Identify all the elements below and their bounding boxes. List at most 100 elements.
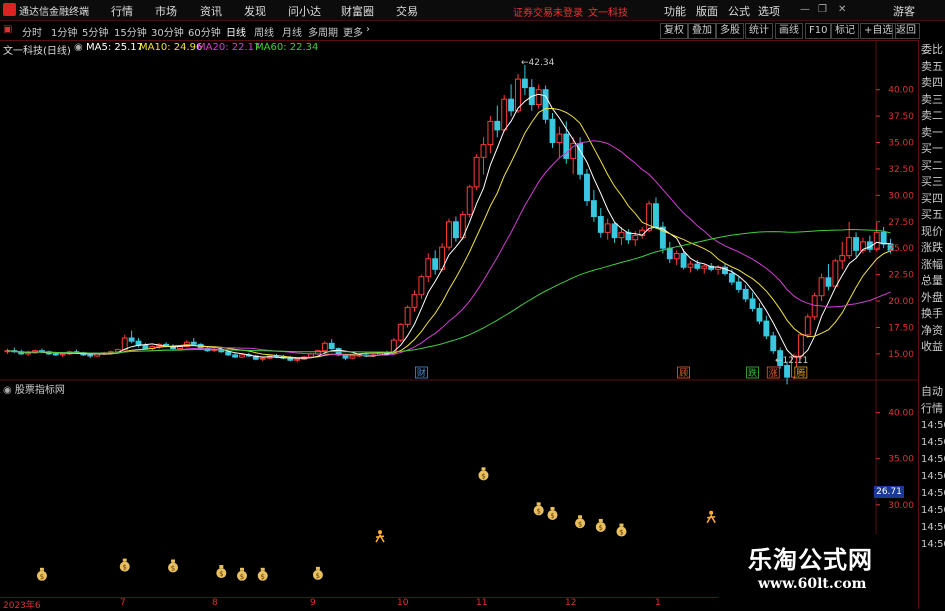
candle	[763, 315, 770, 340]
period-15min[interactable]: 15分钟	[114, 24, 147, 39]
adjust-button[interactable]: 复权	[660, 23, 688, 39]
menu-wealth[interactable]: 财富圈	[341, 3, 374, 19]
candle	[259, 357, 266, 362]
price-tick-label: 15.00	[888, 350, 914, 360]
period-1min[interactable]: 1分钟	[51, 24, 77, 39]
quote-field-label: 买一	[921, 142, 943, 155]
period-30min[interactable]: 30分钟	[151, 24, 184, 39]
menu-options[interactable]: 选项	[758, 3, 780, 19]
candle	[749, 292, 756, 312]
candlestick-series	[4, 64, 894, 385]
svg-text:腾: 腾	[796, 367, 805, 379]
menu-layout[interactable]: 版面	[696, 3, 718, 19]
svg-text:$: $	[260, 573, 264, 581]
money-bag-icon: $	[616, 523, 627, 537]
svg-text:$: $	[316, 572, 320, 580]
candle	[397, 323, 404, 343]
login-notice[interactable]: 证券交易未登录	[513, 4, 583, 19]
menu-quotes[interactable]: 行情	[111, 3, 133, 19]
period-weekly[interactable]: 周线	[254, 24, 274, 39]
event-marker: 顾	[677, 366, 690, 379]
candle	[452, 216, 459, 242]
candle	[866, 235, 873, 253]
candle	[232, 352, 239, 359]
period-intraday[interactable]: 分时	[22, 24, 42, 39]
date-tick-label: 8	[212, 598, 218, 608]
candle	[666, 241, 673, 263]
candle	[611, 221, 618, 243]
stats-button[interactable]: 统计	[745, 23, 773, 39]
quote-field-label: 卖三	[921, 92, 943, 106]
toolbar-toggle-icon[interactable]: ▣	[3, 24, 12, 35]
close-icon[interactable]: ✕	[838, 4, 846, 15]
candle	[735, 276, 742, 293]
menu-function[interactable]: 功能	[664, 3, 686, 19]
quote-field-label: 买五	[921, 208, 943, 221]
candle	[87, 353, 94, 359]
candle	[473, 154, 480, 191]
overlay-button[interactable]: 叠加	[688, 23, 716, 39]
candle	[135, 338, 142, 348]
menu-trade[interactable]: 交易	[396, 3, 418, 19]
candle	[439, 242, 446, 272]
quote-field-label: 买三	[921, 175, 943, 188]
candle	[128, 330, 135, 344]
candle	[701, 264, 708, 274]
candle	[501, 94, 508, 132]
tick-time-label: 14:50	[921, 420, 945, 431]
event-marker: 财	[415, 366, 428, 379]
quote-field-label: 买二	[921, 158, 943, 172]
candle	[880, 227, 887, 249]
quote-field-label: 净资	[921, 323, 943, 337]
period-monthly[interactable]: 月线	[282, 24, 302, 39]
period-60min[interactable]: 60分钟	[188, 24, 221, 39]
period-5min[interactable]: 5分钟	[82, 24, 108, 39]
candle	[556, 126, 563, 159]
candle	[294, 358, 301, 363]
mark-button[interactable]: 标记	[831, 23, 859, 39]
svg-text:$: $	[240, 573, 244, 581]
menu-news[interactable]: 资讯	[200, 3, 222, 19]
price-tick-label: 17.50	[888, 323, 914, 333]
quote-field-label: 卖一	[921, 125, 943, 139]
price-tick-label: 22.50	[888, 271, 914, 281]
sub-tick-label: 35.00	[888, 455, 914, 465]
date-tick-label: 10	[397, 598, 409, 608]
quote-field-label: 涨幅	[921, 257, 943, 271]
svg-text:$: $	[536, 507, 540, 515]
menu-ask[interactable]: 问小达	[288, 3, 321, 19]
add-watchlist-button[interactable]: +自选	[860, 23, 897, 39]
candle	[818, 273, 825, 302]
multi-stock-button[interactable]: 多股	[716, 23, 744, 39]
user-guest[interactable]: 游客	[893, 3, 915, 19]
candle	[432, 250, 439, 275]
candle	[804, 313, 811, 339]
chevron-right-icon[interactable]: ›	[366, 24, 370, 35]
period-more[interactable]: 更多	[343, 24, 363, 39]
candle	[604, 218, 611, 240]
candle	[528, 79, 535, 111]
candle	[521, 64, 528, 95]
money-bag-icon: $	[119, 558, 130, 572]
menu-discover[interactable]: 发现	[244, 3, 266, 19]
menu-formula[interactable]: 公式	[728, 3, 750, 19]
period-multi[interactable]: 多周期	[308, 24, 338, 39]
date-tick-label: 2023年6	[3, 601, 41, 611]
menu-market[interactable]: 市场	[155, 3, 177, 19]
money-bag-icon: $	[312, 566, 323, 580]
restore-icon[interactable]: ❐	[818, 4, 827, 15]
svg-text:$: $	[123, 564, 127, 572]
minimize-icon[interactable]: —	[800, 4, 810, 15]
candle	[597, 208, 604, 238]
kline-chart[interactable]: 40.00 37.50 35.00 32.50 30.00 27.50 25.00 22.50…	[0, 40, 918, 597]
svg-text:$: $	[219, 570, 223, 578]
candle	[418, 274, 425, 299]
draw-line-button[interactable]: 画线	[775, 23, 803, 39]
quote-field-label: 现价	[921, 224, 943, 238]
indicator-settings-icon[interactable]: ◉	[3, 385, 12, 396]
back-button[interactable]: 返回	[892, 23, 920, 39]
price-tick-label: 27.50	[888, 218, 914, 228]
period-daily[interactable]: 日线	[226, 24, 246, 39]
candle	[839, 241, 846, 270]
f10-button[interactable]: F10	[805, 23, 832, 39]
